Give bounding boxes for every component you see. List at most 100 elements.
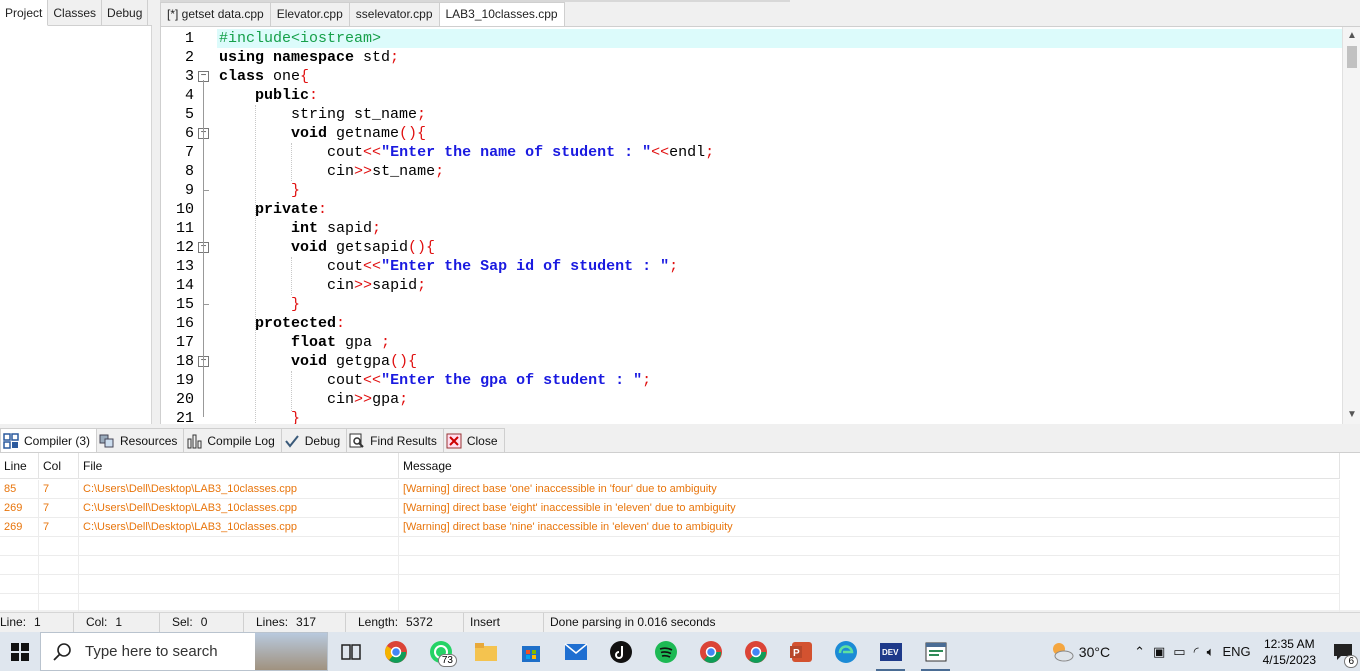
tab-label: Resources: [120, 433, 178, 448]
taskbar-file-explorer[interactable]: [463, 632, 508, 671]
table-row[interactable]: 85 7 C:\Users\Dell\Desktop\LAB3_10classe…: [0, 480, 1340, 499]
tab-debug-output[interactable]: Debug: [280, 428, 348, 452]
task-view-button[interactable]: [328, 632, 373, 671]
scroll-thumb[interactable]: [1347, 46, 1357, 68]
weather-temp[interactable]: 30°C: [1079, 644, 1110, 660]
taskbar-store[interactable]: [508, 632, 553, 671]
table-row[interactable]: 269 7 C:\Users\Dell\Desktop\LAB3_10class…: [0, 518, 1340, 537]
code-line: }: [291, 296, 301, 313]
taskbar-console[interactable]: [913, 632, 958, 671]
powerpoint-icon: P: [789, 641, 812, 662]
code-line: public:: [255, 87, 319, 104]
tab-close[interactable]: Close: [442, 428, 505, 452]
taskbar-whatsapp[interactable]: 73: [418, 632, 463, 671]
tab-resources[interactable]: Resources: [96, 428, 185, 452]
system-tray: 30°C ⌃ ▣ ▭ ◜ 🔈︎ ENG 12:35 AM 4/15/2023 6: [1049, 632, 1360, 671]
search-placeholder: Type here to search: [85, 643, 218, 660]
taskbar-tiktok[interactable]: [598, 632, 643, 671]
clock-time: 12:35 AM: [1263, 636, 1315, 651]
empty-row: [0, 594, 1340, 613]
cell-line: 269: [0, 518, 39, 537]
editor-scrollbar[interactable]: ▲ ▼: [1342, 27, 1360, 424]
code-line: cout<<"Enter the Sap id of student : ";: [327, 258, 679, 275]
cell-message: [Warning] direct base 'nine' inaccessibl…: [399, 518, 1340, 537]
cell-line: 85: [0, 480, 39, 499]
taskbar-spotify[interactable]: [643, 632, 688, 671]
tab-project[interactable]: Project: [0, 0, 49, 26]
store-icon: [521, 645, 540, 662]
svg-text:DEV: DEV: [882, 648, 899, 657]
tab-sselevator[interactable]: sselevator.cpp: [348, 2, 440, 26]
code-line: protected:: [255, 315, 346, 332]
volume-icon[interactable]: 🔈︎: [1207, 644, 1215, 660]
tab-label: Compiler (3): [24, 433, 91, 448]
tab-getset-data[interactable]: [*] getset data.cpp: [160, 2, 271, 26]
notifications-button[interactable]: 6: [1326, 632, 1360, 671]
taskbar-chrome-profile-1[interactable]: [688, 632, 733, 671]
battery-icon[interactable]: ▭: [1173, 644, 1185, 660]
message-table-header: Line Col File Message: [0, 453, 1340, 479]
clock-date: 4/15/2023: [1262, 652, 1316, 667]
chevron-up-icon[interactable]: ⌃: [1134, 644, 1145, 660]
empty-row: [0, 575, 1340, 594]
taskbar-powerpoint[interactable]: P: [778, 632, 823, 671]
col-header-col[interactable]: Col: [39, 453, 79, 479]
cell-message: [Warning] direct base 'eight' inaccessib…: [399, 499, 1340, 518]
taskbar-search[interactable]: Type here to search: [40, 632, 328, 671]
line-gutter: 1 2 3− 4 5 6− 7 8 9 10 11 12− 13 14 15 1…: [161, 27, 217, 424]
code-line: cin>>gpa;: [327, 391, 409, 408]
code-line: void getsapid(){: [291, 239, 436, 256]
editor-tabs: [*] getset data.cpp Elevator.cpp sseleva…: [160, 2, 565, 27]
tab-label: Debug: [304, 433, 341, 448]
code-editor[interactable]: 1 2 3− 4 5 6− 7 8 9 10 11 12− 13 14 15 1…: [160, 26, 1360, 424]
tab-lab3-10classes[interactable]: LAB3_10classes.cpp: [438, 2, 565, 27]
code-line: void getgpa(){: [291, 353, 418, 370]
code-line: cin>>st_name;: [327, 163, 445, 180]
line-number: 18: [175, 353, 194, 370]
taskbar-mail[interactable]: [553, 632, 598, 671]
col-header-line[interactable]: Line: [0, 453, 39, 479]
line-number: 2: [184, 49, 194, 66]
line-number: 4: [184, 87, 194, 104]
fold-line: [203, 80, 204, 417]
line-number: 1: [184, 30, 194, 47]
tab-compile-log[interactable]: Compile Log: [183, 428, 282, 452]
tab-find-results[interactable]: Find Results: [346, 428, 444, 452]
col-header-message[interactable]: Message: [399, 453, 1340, 479]
language-indicator[interactable]: ENG: [1222, 644, 1250, 659]
taskbar-edge[interactable]: [823, 632, 868, 671]
taskbar-devcpp[interactable]: DEV: [868, 632, 913, 671]
scroll-down-icon[interactable]: ▼: [1346, 409, 1358, 421]
code-area[interactable]: #include<iostream> using namespace std; …: [217, 27, 1342, 424]
devcpp-window: Project Classes Debug [*] getset data.cp…: [0, 0, 1360, 671]
cell-file: C:\Users\Dell\Desktop\LAB3_10classes.cpp: [79, 499, 399, 518]
code-line: private:: [255, 201, 328, 218]
tab-debug[interactable]: Debug: [102, 0, 149, 26]
start-button[interactable]: [0, 632, 40, 671]
chrome-icon: [744, 640, 767, 663]
tab-classes[interactable]: Classes: [48, 0, 103, 26]
tiktok-icon: [609, 640, 632, 663]
weather-icon[interactable]: [1049, 641, 1075, 663]
line-number: 5: [184, 106, 194, 123]
find-icon: [349, 433, 365, 449]
col-header-file[interactable]: File: [79, 453, 399, 479]
taskbar-chrome[interactable]: [373, 632, 418, 671]
scroll-up-icon[interactable]: ▲: [1346, 30, 1358, 42]
chrome-icon: [699, 640, 722, 663]
wifi-icon[interactable]: ◜: [1194, 644, 1199, 660]
taskbar-clock[interactable]: 12:35 AM 4/15/2023: [1263, 636, 1316, 668]
cell-file: C:\Users\Dell\Desktop\LAB3_10classes.cpp: [79, 518, 399, 537]
current-line-highlight: [217, 29, 1342, 48]
status-lines: Lines: 317: [244, 613, 346, 633]
line-number: 10: [175, 201, 194, 218]
cell-col: 7: [39, 499, 79, 518]
console-window-icon: [925, 642, 946, 661]
svg-text:P: P: [793, 648, 800, 659]
mail-icon: [564, 642, 587, 660]
taskbar-chrome-profile-2[interactable]: [733, 632, 778, 671]
meet-now-icon[interactable]: ▣: [1153, 644, 1165, 660]
table-row[interactable]: 269 7 C:\Users\Dell\Desktop\LAB3_10class…: [0, 499, 1340, 518]
tab-compiler[interactable]: Compiler (3): [0, 428, 98, 452]
tab-elevator[interactable]: Elevator.cpp: [269, 2, 350, 26]
